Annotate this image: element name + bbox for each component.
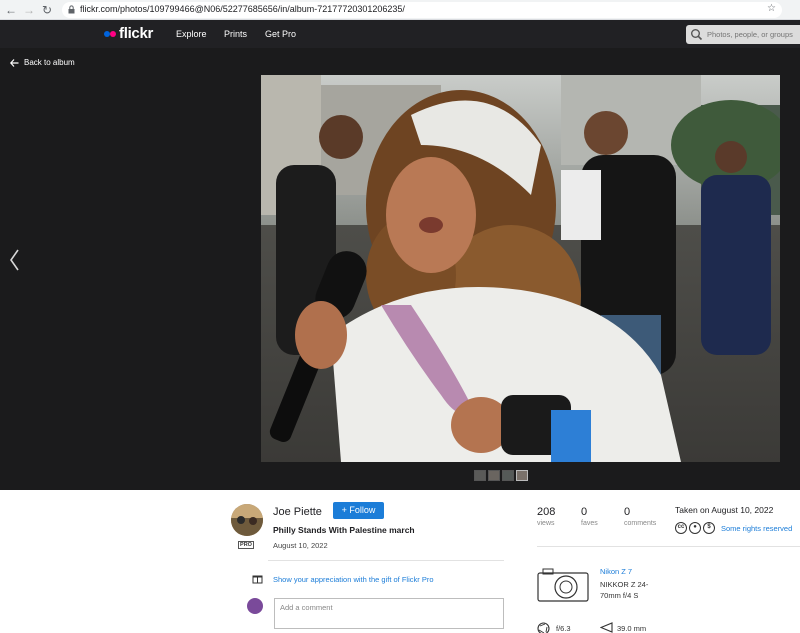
plus-icon: + <box>341 505 347 515</box>
browser-reload-icon[interactable]: ↻ <box>40 3 54 17</box>
lock-icon <box>68 5 75 14</box>
attribution-icon: ● <box>689 522 701 534</box>
nav-prints[interactable]: Prints <box>224 29 247 39</box>
pro-badge: PRO <box>238 541 254 549</box>
views-count: 208 <box>537 506 556 518</box>
comments-stat: 0 comments <box>624 506 656 527</box>
photo-stage: Back to album <box>0 48 800 490</box>
nav-get-pro[interactable]: Get Pro <box>265 29 296 39</box>
photo-date: August 10, 2022 <box>273 541 328 550</box>
license-icons: cc ● $ <box>675 522 715 534</box>
thumbnail[interactable] <box>488 470 500 481</box>
aperture-icon <box>537 622 550 633</box>
lens-name: NIKKOR Z 24-70mm f/4 S <box>600 580 649 600</box>
browser-back-icon[interactable]: ← <box>4 3 18 17</box>
search-icon <box>691 29 703 41</box>
camera-model-link[interactable]: Nikon Z 7 <box>600 567 632 576</box>
camera-icon <box>537 568 589 602</box>
license-link[interactable]: Some rights reserved <box>721 524 792 533</box>
divider <box>268 560 504 561</box>
photo-thumbnail-strip <box>474 470 528 481</box>
faves-stat: 0 faves <box>581 506 598 527</box>
logo-text: flickr <box>119 25 154 42</box>
thumbnail[interactable] <box>474 470 486 481</box>
logo-pink-dot <box>110 31 116 37</box>
owner-name[interactable]: Joe Piette <box>273 506 322 518</box>
search-placeholder: Photos, people, or groups <box>707 30 793 39</box>
bookmark-star-icon[interactable]: ☆ <box>767 3 776 14</box>
previous-photo-icon[interactable] <box>8 248 20 272</box>
comments-label: comments <box>624 520 657 527</box>
browser-forward-icon[interactable]: → <box>22 3 36 17</box>
focal-length-value: 39.0 mm <box>617 624 647 633</box>
owner-avatar[interactable] <box>231 504 263 536</box>
follow-label: Follow <box>349 505 376 515</box>
views-stat: 208 views <box>537 506 555 527</box>
back-to-album-label: Back to album <box>24 58 75 67</box>
back-to-album-link[interactable]: Back to album <box>10 58 75 67</box>
faves-label: faves <box>581 520 598 527</box>
follow-button[interactable]: + Follow <box>333 502 384 519</box>
nav-explore[interactable]: Explore <box>176 29 207 39</box>
gift-icon <box>252 575 263 584</box>
comment-placeholder: Add a comment <box>280 603 333 612</box>
commenter-avatar <box>247 598 263 614</box>
photo-info-panel: PRO Joe Piette + Follow Philly Stands Wi… <box>0 490 800 633</box>
url-text: flickr.com/photos/109799466@N06/52277685… <box>80 4 405 14</box>
avatar-image <box>231 504 263 536</box>
address-bar[interactable]: flickr.com/photos/109799466@N06/52277685… <box>62 2 782 18</box>
thumbnail[interactable] <box>502 470 514 481</box>
gift-pro-link[interactable]: Show your appreciation with the gift of … <box>273 575 434 584</box>
site-header: flickr Explore Prints Get Pro Photos, pe… <box>0 20 800 48</box>
taken-on-date: Taken on August 10, 2022 <box>675 505 774 515</box>
photo-image <box>261 75 780 462</box>
faves-count: 0 <box>581 506 588 518</box>
views-label: views <box>537 520 555 527</box>
search-input[interactable]: Photos, people, or groups <box>686 25 800 44</box>
main-photo[interactable] <box>261 75 780 462</box>
arrow-left-icon <box>10 58 19 67</box>
comment-input[interactable]: Add a comment <box>274 598 504 629</box>
browser-toolbar: ← → ↻ flickr.com/photos/109799466@N06/52… <box>0 0 800 20</box>
thumbnail-current[interactable] <box>516 470 528 481</box>
divider <box>537 546 800 547</box>
aperture-value: f/6.3 <box>556 624 571 633</box>
focal-length-icon <box>600 622 613 633</box>
cc-icon: cc <box>675 522 687 534</box>
noncommercial-icon: $ <box>703 522 715 534</box>
comments-count: 0 <box>624 506 631 518</box>
photo-title: Philly Stands With Palestine march <box>273 525 415 535</box>
